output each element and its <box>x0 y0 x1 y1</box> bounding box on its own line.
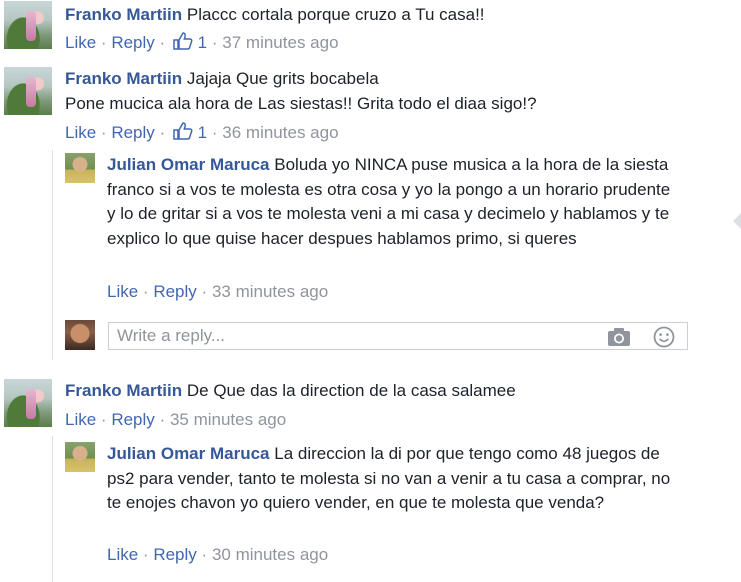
comment-text: De Que das la direction de la casa salam… <box>186 381 516 400</box>
reply-actions: Like · Reply · 33 minutes ago <box>107 282 328 302</box>
like-link[interactable]: Like <box>107 282 138 301</box>
separator: · <box>100 123 107 142</box>
reply-link[interactable]: Reply <box>153 545 196 564</box>
comment-actions: Like · Reply · 35 minutes ago <box>65 410 286 430</box>
thumbs-up-icon[interactable] <box>173 32 193 50</box>
separator: · <box>211 123 218 142</box>
comment-body: Franko Martiin De Que das la direction d… <box>65 379 725 404</box>
comment-3: Franko Martiin De Que das la direction d… <box>0 378 741 438</box>
timestamp[interactable]: 36 minutes ago <box>222 123 338 142</box>
comment-text: Jajaja Que grits bocabela <box>186 69 379 88</box>
separator: · <box>100 33 107 52</box>
like-link[interactable]: Like <box>65 33 96 52</box>
separator: · <box>159 410 166 429</box>
separator: · <box>142 545 149 564</box>
reply-2: Julian Omar Maruca La direccion la di po… <box>0 441 741 581</box>
separator: · <box>201 545 208 564</box>
avatar[interactable] <box>4 379 52 427</box>
author-name[interactable]: Franko Martiin <box>65 381 182 400</box>
reply-link[interactable]: Reply <box>111 33 154 52</box>
like-link[interactable]: Like <box>65 123 96 142</box>
like-link[interactable]: Like <box>107 545 138 564</box>
avatar[interactable] <box>4 1 52 49</box>
comment-2: Franko Martiin Jajaja Que grits bocabela… <box>0 66 741 150</box>
comment-text: Placcc cortala porque cruzo a Tu casa!! <box>186 5 485 24</box>
like-link[interactable]: Like <box>65 410 96 429</box>
reply-body: Julian Omar Maruca Boluda yo NINCA puse … <box>107 153 682 251</box>
timestamp[interactable]: 30 minutes ago <box>212 545 328 564</box>
separator: · <box>142 282 149 301</box>
avatar[interactable] <box>4 67 52 115</box>
panel-edge-arrow <box>733 213 741 229</box>
comment-1: Franko Martiin Placcc cortala porque cru… <box>0 0 741 60</box>
author-name[interactable]: Franko Martiin <box>65 69 182 88</box>
separator: · <box>159 123 166 142</box>
thumbs-up-icon[interactable] <box>173 122 193 140</box>
current-user-avatar <box>65 320 95 350</box>
reply-actions: Like · Reply · 30 minutes ago <box>107 545 328 565</box>
reply-link[interactable]: Reply <box>111 410 154 429</box>
author-name[interactable]: Franko Martiin <box>65 5 182 24</box>
author-name[interactable]: Julian Omar Maruca <box>107 444 270 463</box>
reply-1: Julian Omar Maruca Boluda yo NINCA puse … <box>0 152 741 312</box>
comment-text-line-2: Pone mucica ala hora de Las siestas!! Gr… <box>65 93 537 113</box>
separator: · <box>201 282 208 301</box>
avatar[interactable] <box>65 153 95 183</box>
author-name[interactable]: Julian Omar Maruca <box>107 155 270 174</box>
comment-actions: Like · Reply · 1 · 36 minutes ago <box>65 122 339 143</box>
reply-composer[interactable] <box>108 322 688 350</box>
reply-link[interactable]: Reply <box>111 123 154 142</box>
like-count[interactable]: 1 <box>198 33 207 52</box>
smiley-icon[interactable] <box>653 326 675 348</box>
timestamp[interactable]: 37 minutes ago <box>222 33 338 52</box>
like-count[interactable]: 1 <box>198 123 207 142</box>
reply-link[interactable]: Reply <box>153 282 196 301</box>
comment-body: Franko Martiin Placcc cortala porque cru… <box>65 3 725 28</box>
timestamp[interactable]: 33 minutes ago <box>212 282 328 301</box>
reply-body: Julian Omar Maruca La direccion la di po… <box>107 442 682 516</box>
avatar[interactable] <box>65 442 95 472</box>
camera-icon[interactable] <box>607 327 631 347</box>
separator: · <box>211 33 218 52</box>
comment-body: Franko Martiin Jajaja Que grits bocabela… <box>65 67 725 116</box>
comment-line-1: Franko Martiin Jajaja Que grits bocabela <box>65 67 725 92</box>
timestamp[interactable]: 35 minutes ago <box>170 410 286 429</box>
comment-actions: Like · Reply · 1 · 37 minutes ago <box>65 32 339 53</box>
separator: · <box>100 410 107 429</box>
reply-input[interactable] <box>109 323 597 349</box>
separator: · <box>159 33 166 52</box>
